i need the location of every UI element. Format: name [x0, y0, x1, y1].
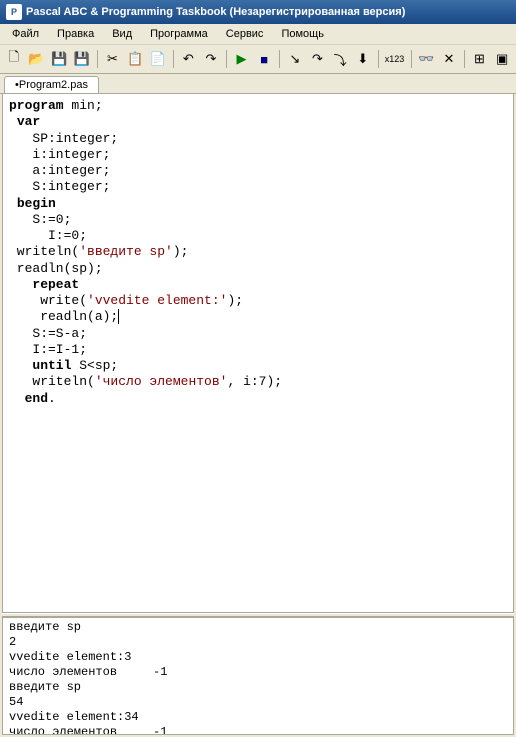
separator [226, 50, 227, 68]
separator [411, 50, 412, 68]
line-s0: S:=0; [9, 212, 71, 227]
line-i-dec: I:=I-1; [9, 342, 87, 357]
save-all-icon[interactable]: 💾 [72, 48, 92, 70]
line-write-b: ); [227, 293, 243, 308]
open-file-icon[interactable]: 📂 [27, 48, 47, 70]
app-icon: P [6, 4, 22, 20]
window-icon[interactable]: ⊞ [470, 48, 490, 70]
redo-icon[interactable]: ↷ [201, 48, 221, 70]
kw-until: until [9, 358, 71, 373]
stop-icon[interactable]: ■ [254, 48, 274, 70]
step-into-icon[interactable]: ↘ [285, 48, 305, 70]
separator [378, 50, 379, 68]
copy-icon[interactable]: 📋 [125, 48, 145, 70]
tab-program2[interactable]: •Program2.pas [4, 76, 99, 93]
menu-edit[interactable]: Правка [49, 26, 102, 42]
code-editor[interactable]: program min; var SP:integer; i:integer; … [2, 94, 514, 613]
var-a: a:integer; [9, 163, 110, 178]
undo-icon[interactable]: ↶ [178, 48, 198, 70]
line-i0: I:=0; [9, 228, 87, 243]
step-over-icon[interactable]: ↷ [308, 48, 328, 70]
line-s-sub: S:=S-a; [9, 326, 87, 341]
save-icon[interactable]: 💾 [49, 48, 69, 70]
trace-icon[interactable]: ⤵ [330, 48, 350, 70]
glasses-icon[interactable]: 👓 [416, 48, 436, 70]
line-writeln2a: writeln( [9, 374, 95, 389]
separator [464, 50, 465, 68]
menu-view[interactable]: Вид [104, 26, 140, 42]
breakpoint-icon[interactable]: ⬇ [353, 48, 373, 70]
menu-service[interactable]: Сервис [218, 26, 272, 42]
str1: 'введите sp' [79, 244, 173, 259]
menubar: Файл Правка Вид Программа Сервис Помощь [0, 24, 516, 45]
separator [173, 50, 174, 68]
text-cursor [118, 309, 119, 324]
line-write-a: write( [9, 293, 87, 308]
kw-var: var [17, 114, 40, 129]
str3: 'число элементов' [95, 374, 228, 389]
kw-repeat: repeat [9, 277, 79, 292]
paste-icon[interactable]: 📄 [148, 48, 168, 70]
separator [97, 50, 98, 68]
var-sp: SP:integer; [9, 131, 118, 146]
x123-button[interactable]: x123 [384, 48, 406, 70]
line-writeln1b: ); [173, 244, 189, 259]
kw-begin: begin [17, 196, 56, 211]
str2: 'vvedite element:' [87, 293, 227, 308]
output-panel[interactable]: введите sp 2 vvedite element:3 число эле… [2, 617, 514, 735]
output-icon[interactable]: ▣ [492, 48, 512, 70]
prog-name: min; [64, 98, 103, 113]
line-writeln1a: writeln( [9, 244, 79, 259]
toolbar: 🗋 📂 💾 💾 ✂ 📋 📄 ↶ ↷ ▶ ■ ↘ ↷ ⤵ ⬇ x123 👓 ✕ ⊞… [0, 45, 516, 74]
separator [279, 50, 280, 68]
var-s: S:integer; [9, 179, 110, 194]
menu-program[interactable]: Программа [142, 26, 216, 42]
var-i: i:integer; [9, 147, 110, 162]
run-icon[interactable]: ▶ [232, 48, 252, 70]
until-cond: S<sp; [71, 358, 118, 373]
end-dot: . [48, 391, 56, 406]
line-readln-a: readln(a); [9, 309, 118, 324]
titlebar: P Pascal ABC & Programming Taskbook (Нез… [0, 0, 516, 24]
window-title: Pascal ABC & Programming Taskbook (Незар… [26, 6, 405, 18]
menu-help[interactable]: Помощь [273, 26, 332, 42]
cancel-icon[interactable]: ✕ [439, 48, 459, 70]
new-file-icon[interactable]: 🗋 [4, 48, 24, 70]
line-writeln2b: , i:7); [227, 374, 282, 389]
cut-icon[interactable]: ✂ [103, 48, 123, 70]
line-readln-sp: readln(sp); [9, 261, 103, 276]
kw-program: program [9, 98, 64, 113]
tab-bar: •Program2.pas [0, 74, 516, 94]
kw-end: end [9, 391, 48, 406]
menu-file[interactable]: Файл [4, 26, 47, 42]
